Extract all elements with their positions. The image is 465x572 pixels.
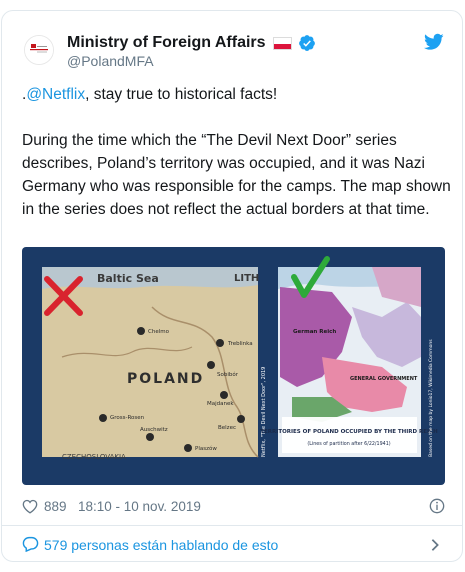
place-treblinka: Treblinka <box>227 341 253 347</box>
place-belzec: Belzec <box>218 425 236 431</box>
lith-label: LITH <box>234 273 259 284</box>
tweet-header: Ministry of Foreign Affairs @PolandMFA <box>2 11 462 71</box>
verified-badge-icon <box>299 35 315 51</box>
poland-label: POLAND <box>127 371 204 387</box>
conversation-footer[interactable]: 579 personas están hablando de esto <box>2 526 462 561</box>
reply-bubble-icon <box>22 536 39 552</box>
tweet-media-image[interactable]: Baltic Sea LITH POLAND Chelmo Treblinka … <box>22 247 445 485</box>
place-gross-rosen: Gross-Rosen <box>110 415 145 421</box>
heart-icon[interactable] <box>22 499 38 514</box>
twitter-bird-icon[interactable] <box>424 33 444 51</box>
right-map-caption-title: TERRITORIES OF POLAND OCCUPIED BY THE TH… <box>260 429 438 435</box>
author-name[interactable]: Ministry of Foreign Affairs <box>67 34 266 52</box>
place-majdanek: Majdanek <box>207 401 234 407</box>
chevron-right-icon[interactable] <box>430 538 440 552</box>
tweet-text: .@Netflix, stay true to historical facts… <box>22 83 452 221</box>
intro-suffix: , stay true to historical facts! <box>85 86 278 103</box>
baltic-sea-label: Baltic Sea <box>97 272 159 285</box>
avatar[interactable] <box>24 35 54 65</box>
place-auschwitz: Auschwitz <box>140 427 168 433</box>
left-map-credit: Netflix, "The Devil Next Door", 2019 <box>261 367 267 457</box>
maps-comparison-graphic: Baltic Sea LITH POLAND Chelmo Treblinka … <box>42 256 438 461</box>
tweet-body-text: During the time which the “The Devil Nex… <box>22 132 451 218</box>
place-chelmo: Chelmo <box>148 329 170 335</box>
conversation-link[interactable]: 579 personas están hablando de esto <box>44 537 278 553</box>
place-plaszow: Plaszów <box>195 445 217 452</box>
czechoslovakia-label: CZECHOSLOVAKIA <box>62 453 126 461</box>
like-count: 889 <box>44 499 67 514</box>
right-map-caption-sub: (Lines of partition after 6/22/1941) <box>307 441 390 447</box>
tweet-timestamp[interactable]: 18:10 - 10 nov. 2019 <box>78 499 201 514</box>
tweet-card[interactable]: Ministry of Foreign Affairs @PolandMFA .… <box>1 10 463 562</box>
reich-label: German Reich <box>293 329 336 335</box>
netflix-mention-link[interactable]: @Netflix <box>26 86 85 103</box>
right-map-credit: Based on the map by Lonio17, Wikimedia C… <box>428 339 434 457</box>
general-government-label: GENERAL GOVERNMENT <box>350 376 418 382</box>
poland-flag-icon <box>273 37 292 50</box>
place-sobibor: Sobibór <box>217 371 239 378</box>
tweet-meta: 889 18:10 - 10 nov. 2019 <box>2 495 462 521</box>
info-icon[interactable] <box>429 498 445 514</box>
author-handle[interactable]: @PolandMFA <box>67 53 154 69</box>
ministry-logo-icon <box>25 36 53 64</box>
tweet-intro-line: .@Netflix, stay true to historical facts… <box>22 83 452 106</box>
